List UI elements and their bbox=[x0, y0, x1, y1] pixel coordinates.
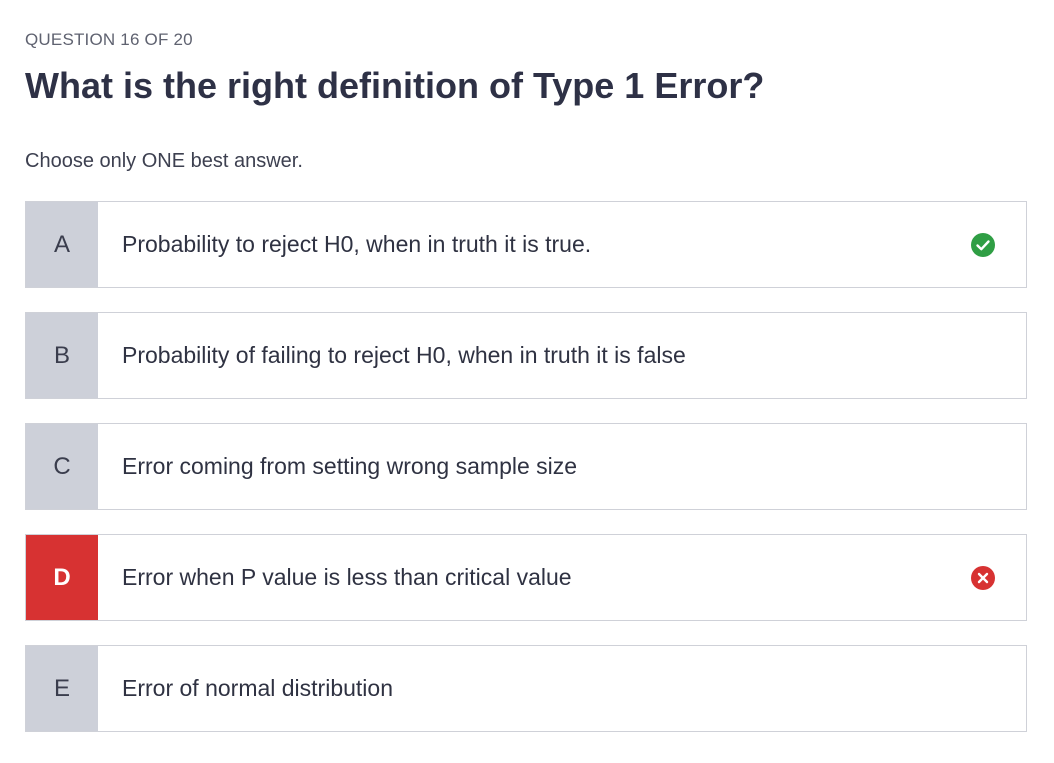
instruction-text: Choose only ONE best answer. bbox=[25, 150, 303, 172]
question-counter: QUESTION 16 OF 20 bbox=[25, 30, 193, 49]
option-letter: E bbox=[26, 646, 98, 731]
option-letter: B bbox=[26, 313, 98, 398]
answer-option-a[interactable]: A Probability to reject H0, when in trut… bbox=[25, 201, 1027, 288]
answer-option-c[interactable]: C Error coming from setting wrong sample… bbox=[25, 423, 1027, 510]
answer-option-e[interactable]: E Error of normal distribution bbox=[25, 645, 1027, 732]
question-title: What is the right definition of Type 1 E… bbox=[25, 65, 765, 106]
option-text: Error when P value is less than critical… bbox=[122, 564, 572, 590]
option-text: Error of normal distribution bbox=[122, 675, 393, 701]
option-text: Probability to reject H0, when in truth … bbox=[122, 231, 592, 257]
option-letter: D bbox=[26, 535, 98, 620]
option-letter: A bbox=[26, 202, 98, 287]
answer-option-d[interactable]: D Error when P value is less than critic… bbox=[25, 534, 1027, 621]
x-circle-icon bbox=[971, 565, 995, 590]
option-letter: C bbox=[26, 424, 98, 509]
option-text: Probability of failing to reject H0, whe… bbox=[122, 342, 686, 368]
answer-options: A Probability to reject H0, when in trut… bbox=[25, 201, 1027, 756]
option-text: Error coming from setting wrong sample s… bbox=[122, 453, 578, 479]
answer-option-b[interactable]: B Probability of failing to reject H0, w… bbox=[25, 312, 1027, 399]
check-circle-icon bbox=[971, 232, 995, 257]
